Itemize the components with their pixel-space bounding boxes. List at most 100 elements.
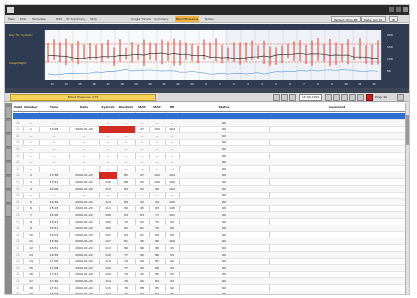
tab-summary[interactable]: Summary bbox=[153, 16, 170, 22]
hour-tick-label: 2 bbox=[233, 82, 235, 86]
tab-main[interactable]: Main bbox=[7, 16, 16, 22]
hour-tick-label: 18 bbox=[120, 82, 124, 86]
hour-tick-label: 9 bbox=[331, 82, 333, 86]
app-icon bbox=[7, 7, 14, 13]
play-icon[interactable] bbox=[325, 94, 332, 101]
hour-tick-label: 20 bbox=[148, 82, 152, 86]
cell-dia: 79 bbox=[124, 292, 128, 295]
blood-pressure-table: Valid Number Time Date Systolic Diastolic MAP M… bbox=[13, 103, 405, 295]
maximize-icon[interactable] bbox=[396, 7, 401, 12]
zoom-icon[interactable] bbox=[357, 94, 364, 101]
hour-tick-label: 14 bbox=[64, 82, 68, 86]
sidebar-item[interactable] bbox=[6, 177, 11, 189]
tab-single-trends[interactable]: Single Trends bbox=[130, 16, 152, 22]
cell-comment bbox=[269, 291, 405, 294]
cell-valid[interactable]: ☐ bbox=[13, 291, 23, 294]
column-header[interactable]: Number bbox=[23, 103, 39, 112]
scroll-thumb[interactable] bbox=[406, 115, 409, 145]
cell-sys: 117 bbox=[105, 292, 111, 295]
hour-tick-label: 13 bbox=[50, 82, 54, 86]
trend-chart-svg: Day Hr: SystolicSleep/Night2001501005013… bbox=[9, 30, 393, 86]
tab-hrv[interactable]: HRV bbox=[55, 16, 63, 22]
scale-tick-label: 200 bbox=[387, 33, 393, 37]
print-icon[interactable] bbox=[333, 94, 340, 101]
tab-blood-pressure[interactable]: Blood Pressure bbox=[175, 16, 200, 22]
tab-st-summary[interactable]: ST Summary bbox=[65, 16, 86, 22]
hour-tick-label: 17 bbox=[106, 82, 110, 86]
column-header[interactable]: MAP bbox=[135, 103, 149, 112]
hour-tick-label: 22 bbox=[176, 82, 180, 86]
sidebar-item[interactable] bbox=[6, 205, 11, 217]
left-sidebar bbox=[5, 103, 12, 294]
minimize-icon[interactable] bbox=[389, 7, 394, 12]
id-info-field[interactable]: ID bbox=[389, 16, 399, 22]
help-icon[interactable] bbox=[397, 94, 404, 101]
column-header[interactable]: HR bbox=[165, 103, 179, 112]
hour-tick-label: 3 bbox=[247, 82, 249, 86]
column-header[interactable]: Status bbox=[179, 103, 269, 112]
column-header[interactable]: Comment bbox=[269, 103, 405, 112]
hour-tick-label: 11 bbox=[358, 82, 362, 86]
hour-tick-label: 1 bbox=[219, 82, 221, 86]
export-icon[interactable] bbox=[341, 94, 348, 101]
left-label-systolic: Day Hr: Systolic bbox=[9, 33, 33, 37]
hour-tick-label: 19 bbox=[134, 82, 138, 86]
cell-time: 18:06 bbox=[49, 292, 59, 295]
column-header[interactable]: Time bbox=[39, 103, 69, 112]
sidebar-item[interactable] bbox=[6, 107, 11, 119]
bp-summary-label: Blood Pressure: ±75 bbox=[10, 94, 156, 101]
blood-pressure-trend-chart[interactable]: Day Hr: Systolic Sleep/Night 200 150 100 50 13… bbox=[5, 24, 409, 88]
sidebar-item[interactable] bbox=[6, 191, 11, 203]
ping-label: Ping: 90 bbox=[375, 95, 388, 99]
hour-tick-label: 0 bbox=[205, 82, 207, 86]
sidebar-item[interactable] bbox=[6, 149, 11, 161]
scale-tick-label: 150 bbox=[387, 45, 393, 49]
table-header: Valid Number Time Date Systolic Diastolic MAP M… bbox=[13, 103, 405, 112]
cell-date: 2000-01-20 bbox=[75, 292, 93, 295]
hour-tick-label: 4 bbox=[261, 82, 263, 86]
cell-map: 93 bbox=[140, 292, 144, 295]
sidebar-item[interactable] bbox=[6, 121, 11, 133]
cell-hr: 95 bbox=[170, 292, 174, 295]
tab-ecg[interactable]: ECG bbox=[19, 16, 27, 22]
scale-tick-label: 100 bbox=[387, 57, 393, 61]
tab-bar: Patient: ECG-BP Date: Jan 01 ID Main ECG T… bbox=[5, 15, 409, 23]
hour-tick-label: 7 bbox=[303, 82, 305, 86]
alarm-icon[interactable] bbox=[366, 94, 373, 101]
hour-tick-label: 23 bbox=[190, 82, 194, 86]
table-row[interactable]: ☐ 19 18:06 2000-01-20 117 79 93 84 95 OK bbox=[13, 291, 405, 295]
column-header[interactable]: Date bbox=[69, 103, 99, 112]
application-window: Patient: ECG-BP Date: Jan 01 ID Main ECG T… bbox=[4, 4, 410, 295]
cell-map2: 84 bbox=[155, 292, 159, 295]
hour-tick-label: 16 bbox=[92, 82, 96, 86]
left-label-night: Sleep/Night bbox=[9, 61, 27, 65]
scale-tick-label: 50 bbox=[387, 69, 391, 73]
date-field[interactable]: 15-09-2020 bbox=[299, 94, 323, 101]
column-header[interactable]: Valid bbox=[13, 103, 23, 112]
column-header[interactable]: Diastolic bbox=[117, 103, 135, 112]
hour-tick-label: 5 bbox=[275, 82, 277, 86]
tab-template[interactable]: Template bbox=[31, 16, 47, 22]
column-header[interactable]: Systolic bbox=[99, 103, 117, 112]
tab-strip[interactable]: Strip bbox=[89, 16, 98, 22]
hour-tick-label: 10 bbox=[344, 82, 348, 86]
next-icon[interactable] bbox=[281, 94, 288, 101]
hour-tick-label: 15 bbox=[78, 82, 82, 86]
hour-tick-label: 21 bbox=[162, 82, 166, 86]
title-bar bbox=[5, 5, 409, 15]
hour-tick-label: 12 bbox=[372, 82, 376, 86]
close-icon[interactable] bbox=[403, 7, 408, 12]
hour-tick-label: 6 bbox=[289, 82, 291, 86]
sidebar-item[interactable] bbox=[6, 163, 11, 175]
cell-status: OK bbox=[221, 292, 227, 295]
settings-icon[interactable] bbox=[349, 94, 356, 101]
sidebar-item[interactable] bbox=[6, 135, 11, 147]
table-scrollbar[interactable] bbox=[405, 103, 409, 294]
column-header[interactable]: MAP bbox=[149, 103, 165, 112]
prev-icon[interactable] bbox=[273, 94, 280, 101]
filter-icon[interactable] bbox=[289, 94, 296, 101]
tab-notes[interactable]: Notes bbox=[204, 16, 215, 22]
date-info-field[interactable]: Date: Jan 01 bbox=[361, 16, 386, 22]
table-toolbar: Blood Pressure: ±75 15-09-2020 Ping: 90 bbox=[5, 93, 409, 102]
patient-info-field[interactable]: Patient: ECG-BP bbox=[331, 16, 361, 22]
